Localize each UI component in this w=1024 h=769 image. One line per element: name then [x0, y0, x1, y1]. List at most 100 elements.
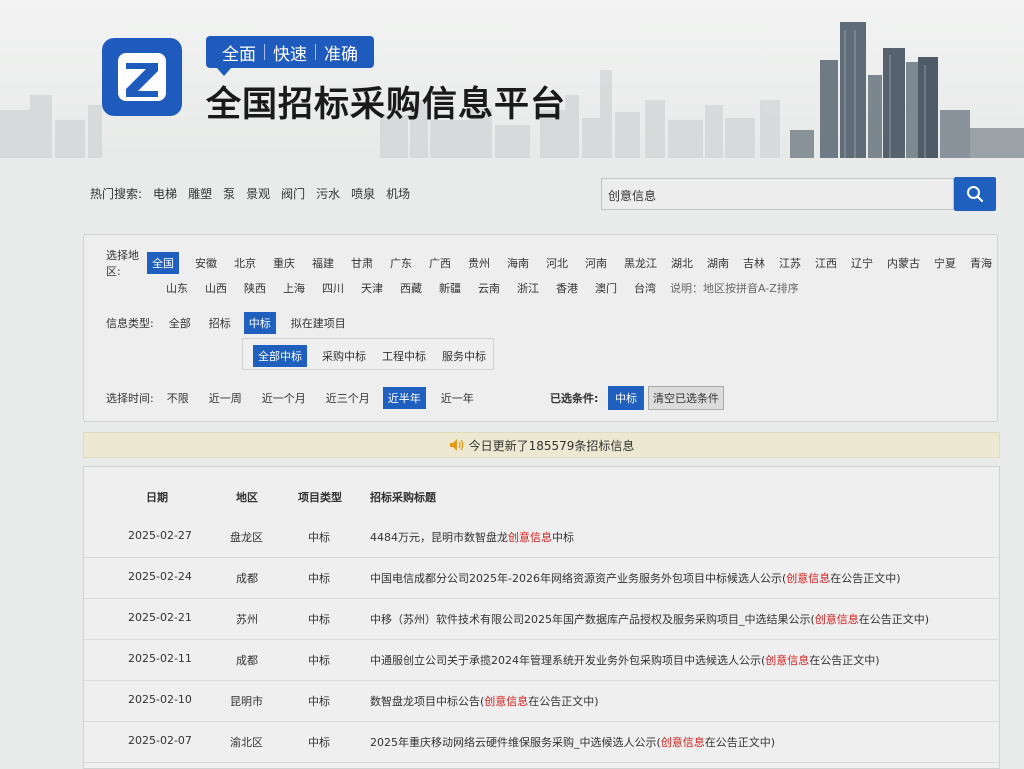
region-option[interactable]: 海南 [502, 252, 534, 274]
subtype-option[interactable]: 采购中标 [317, 345, 371, 367]
title-text: 中移（苏州）软件技术有限公司2025年国产数据库产品授权及服务采购项目_中选结果… [370, 613, 815, 626]
selected-condition-tag[interactable]: 中标 [608, 386, 644, 410]
time-option[interactable]: 近一周 [204, 387, 247, 409]
row-title-link[interactable]: 2025年重庆移动网络云硬件维保服务采购_中选候选人公示(创意信息在公告正文中) [370, 734, 775, 750]
region-option[interactable]: 宁夏 [929, 252, 961, 274]
region-label: 选择地区: [106, 249, 139, 278]
table-header-row: 日期 地区 项目类型 招标采购标题 [84, 489, 999, 509]
title-keyword: 创意信息 [508, 531, 552, 544]
region-option[interactable]: 澳门 [590, 277, 622, 299]
region-option[interactable]: 山东 [161, 277, 193, 299]
region-option[interactable]: 黑龙江 [619, 252, 662, 274]
type-option[interactable]: 中标 [243, 312, 276, 334]
subtype-option[interactable]: 服务中标 [437, 345, 491, 367]
time-option[interactable]: 近三个月 [321, 387, 375, 409]
region-option[interactable]: 陕西 [239, 277, 271, 299]
search-button[interactable] [954, 177, 996, 211]
search-input[interactable]: 创意信息 [601, 178, 954, 210]
region-option[interactable]: 山西 [200, 277, 232, 299]
title-keyword: 创意信息 [765, 654, 810, 667]
region-option[interactable]: 天津 [356, 277, 388, 299]
title-text: 数智盘龙项目中标公告( [370, 695, 485, 708]
type-option[interactable]: 拟在建项目 [286, 312, 351, 334]
table-row[interactable]: 2025-02-11 成都 中标 中通服创立公司关于承揽2024年管理系统开发业… [84, 652, 999, 681]
tagline-item: 全面 [222, 44, 256, 65]
region-option[interactable]: 西藏 [395, 277, 427, 299]
region-option[interactable]: 内蒙古 [882, 252, 925, 274]
region-option[interactable]: 青海 [965, 252, 997, 274]
hot-search-link[interactable]: 雕塑 [188, 185, 212, 202]
hot-search-link[interactable]: 电梯 [153, 185, 177, 202]
region-option[interactable]: 河南 [580, 252, 612, 274]
region-option[interactable]: 江西 [810, 252, 842, 274]
time-option[interactable]: 近半年 [382, 387, 426, 409]
region-option[interactable]: 北京 [229, 252, 261, 274]
time-option[interactable]: 近一个月 [257, 387, 311, 409]
region-option[interactable]: 重庆 [268, 252, 300, 274]
row-type: 中标 [308, 531, 330, 544]
hot-search-link[interactable]: 泵 [223, 185, 235, 202]
row-title-link[interactable]: 4484万元，昆明市数智盘龙创意信息中标 [370, 529, 574, 545]
time-option[interactable]: 近一年 [436, 387, 479, 409]
title-text: 在公告正文中) [809, 654, 880, 667]
column-header-date: 日期 [146, 491, 168, 504]
region-option[interactable]: 吉林 [738, 252, 770, 274]
row-type: 中标 [308, 695, 330, 708]
region-option[interactable]: 广东 [385, 252, 417, 274]
row-type: 中标 [308, 572, 330, 585]
region-option[interactable]: 云南 [473, 277, 505, 299]
region-option[interactable]: 贵州 [463, 252, 495, 274]
subtype-option[interactable]: 工程中标 [377, 345, 431, 367]
table-row[interactable]: 2025-02-21 苏州 中标 中移（苏州）软件技术有限公司2025年国产数据… [84, 611, 999, 640]
hot-search-link[interactable]: 阀门 [281, 185, 305, 202]
title-keyword: 创意信息 [786, 572, 831, 585]
table-row[interactable]: 2025-02-24 成都 中标 中国电信成都分公司2025年-2026年网络资… [84, 570, 999, 599]
region-option[interactable]: 新疆 [434, 277, 466, 299]
title-text: 中国电信成都分公司2025年-2026年网络资源资产业务服务外包项目中标候选人公… [370, 572, 787, 585]
time-option[interactable]: 不限 [162, 387, 194, 409]
subtype-row: 全部中标 采购中标 工程中标 服务中标 [253, 345, 491, 367]
selected-conditions-label: 已选条件: [550, 392, 599, 405]
type-option[interactable]: 全部 [164, 312, 196, 334]
row-title-link[interactable]: 中通服创立公司关于承揽2024年管理系统开发业务外包采购项目中选候选人公示(创意… [370, 652, 880, 668]
region-option[interactable]: 江苏 [774, 252, 806, 274]
region-option[interactable]: 浙江 [512, 277, 544, 299]
region-option[interactable]: 全国 [147, 252, 179, 274]
hot-search-link[interactable]: 机场 [386, 185, 410, 202]
logo-icon[interactable] [102, 38, 182, 116]
table-row[interactable]: 2025-02-27 盘龙区 中标 4484万元，昆明市数智盘龙创意信息中标 [84, 529, 999, 558]
row-type: 中标 [308, 654, 330, 667]
clear-conditions-button[interactable]: 清空已选条件 [648, 386, 724, 410]
hot-search-link[interactable]: 景观 [246, 185, 270, 202]
update-notice-text: 今日更新了185579条招标信息 [468, 438, 635, 453]
row-title-link[interactable]: 中移（苏州）软件技术有限公司2025年国产数据库产品授权及服务采购项目_中选结果… [370, 611, 929, 627]
region-option[interactable]: 河北 [541, 252, 573, 274]
region-option[interactable]: 香港 [551, 277, 583, 299]
subtype-option[interactable]: 全部中标 [253, 345, 307, 367]
row-title-link[interactable]: 数智盘龙项目中标公告(创意信息在公告正文中) [370, 693, 599, 709]
region-option[interactable]: 台湾 [629, 277, 661, 299]
table-row[interactable]: 2025-02-10 昆明市 中标 数智盘龙项目中标公告(创意信息在公告正文中) [84, 693, 999, 722]
table-row[interactable]: 2025-02-07 渝北区 中标 2025年重庆移动网络云硬件维保服务采购_中… [84, 734, 999, 763]
region-option[interactable]: 辽宁 [846, 252, 878, 274]
row-title-link[interactable]: 中国电信成都分公司2025年-2026年网络资源资产业务服务外包项目中标候选人公… [370, 570, 901, 586]
region-option[interactable]: 湖南 [702, 252, 734, 274]
title-keyword: 创意信息 [814, 613, 859, 626]
hot-search-link[interactable]: 喷泉 [351, 185, 375, 202]
region-option[interactable]: 湖北 [666, 252, 698, 274]
z-letter-mark [118, 53, 166, 101]
region-option[interactable]: 广西 [424, 252, 456, 274]
region-option[interactable]: 福建 [307, 252, 339, 274]
row-region: 盘龙区 [230, 531, 263, 544]
title-keyword: 创意信息 [660, 736, 705, 749]
region-option[interactable]: 上海 [278, 277, 310, 299]
region-option[interactable]: 安徽 [190, 252, 222, 274]
type-option[interactable]: 招标 [204, 312, 236, 334]
region-option[interactable]: 甘肃 [346, 252, 378, 274]
column-header-title: 招标采购标题 [370, 491, 436, 504]
region-option[interactable]: 四川 [317, 277, 349, 299]
row-date: 2025-02-11 [128, 652, 192, 665]
hot-search-link[interactable]: 污水 [316, 185, 340, 202]
row-region: 渝北区 [230, 736, 263, 749]
type-row: 信息类型: 全部 招标 中标 拟在建项目 [106, 312, 351, 334]
